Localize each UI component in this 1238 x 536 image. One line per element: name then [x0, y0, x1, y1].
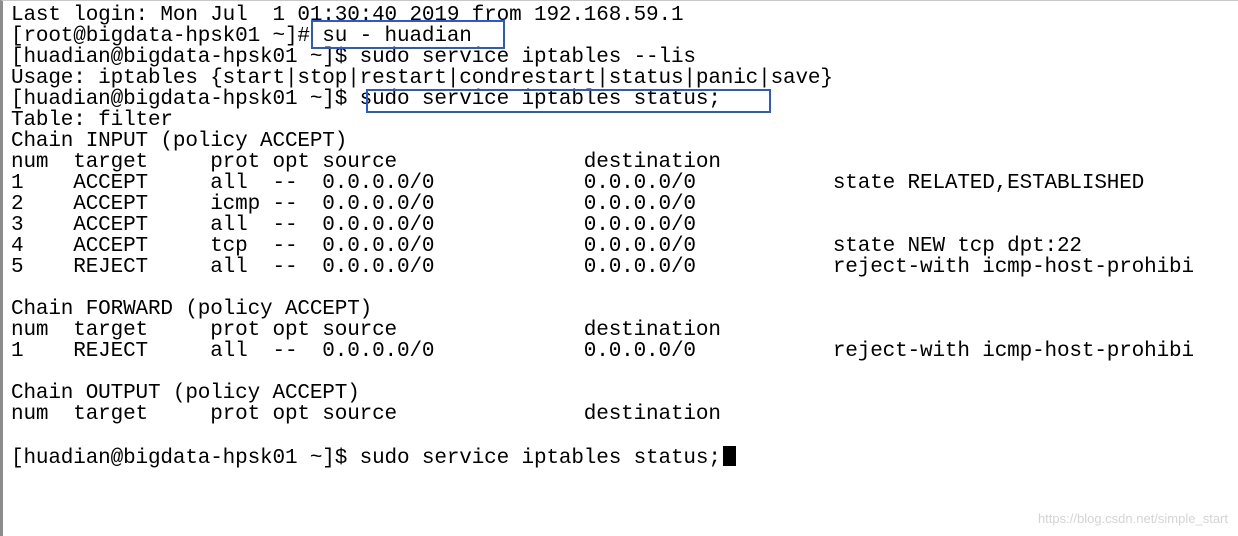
terminal-line-input-rule-4: 4 ACCEPT tcp -- 0.0.0.0/0 0.0.0.0/0 stat…	[11, 235, 1082, 258]
terminal-line-input-header: num target prot opt source destination	[11, 151, 721, 174]
terminal-line-usage: Usage: iptables {start|stop|restart|cond…	[11, 67, 833, 90]
terminal-line-input-rule-2: 2 ACCEPT icmp -- 0.0.0.0/0 0.0.0.0/0	[11, 193, 696, 216]
terminal-window[interactable]: Last login: Mon Jul 1 01:30:40 2019 from…	[0, 0, 1238, 536]
watermark: https://blog.csdn.net/simple_start	[1037, 511, 1228, 526]
terminal-line-chain-input: Chain INPUT (policy ACCEPT)	[11, 130, 348, 153]
terminal-line-forward-rule-1: 1 REJECT all -- 0.0.0.0/0 0.0.0.0/0 reje…	[11, 340, 1194, 363]
terminal-line-iptables-lis-command: [huadian@bigdata-hpsk01 ~]$ sudo service…	[11, 46, 696, 69]
terminal-line-input-rule-5: 5 REJECT all -- 0.0.0.0/0 0.0.0.0/0 reje…	[11, 256, 1194, 279]
terminal-prompt-line[interactable]: [huadian@bigdata-hpsk01 ~]$ sudo service…	[11, 446, 1194, 470]
terminal-line-iptables-status-command: [huadian@bigdata-hpsk01 ~]$ sudo service…	[11, 88, 721, 111]
terminal-line-forward-header: num target prot opt source destination	[11, 319, 721, 342]
terminal-line-chain-output: Chain OUTPUT (policy ACCEPT)	[11, 382, 360, 405]
terminal-line-input-rule-1: 1 ACCEPT all -- 0.0.0.0/0 0.0.0.0/0 stat…	[11, 172, 1145, 195]
cursor-block	[722, 446, 736, 466]
terminal-line-input-rule-3: 3 ACCEPT all -- 0.0.0.0/0 0.0.0.0/0	[11, 214, 696, 237]
terminal-line-output-header: num target prot opt source destination	[11, 403, 721, 426]
terminal-line-su-command: [root@bigdata-hpsk01 ~]# su - huadian	[11, 25, 472, 48]
terminal-prompt-text[interactable]: [huadian@bigdata-hpsk01 ~]$ sudo service…	[11, 447, 721, 470]
terminal-line-table-filter: Table: filter	[11, 109, 173, 132]
terminal-line-last-login: Last login: Mon Jul 1 01:30:40 2019 from…	[11, 4, 684, 27]
terminal-line-chain-forward: Chain FORWARD (policy ACCEPT)	[11, 298, 373, 321]
terminal-output: Last login: Mon Jul 1 01:30:40 2019 from…	[11, 4, 1194, 470]
